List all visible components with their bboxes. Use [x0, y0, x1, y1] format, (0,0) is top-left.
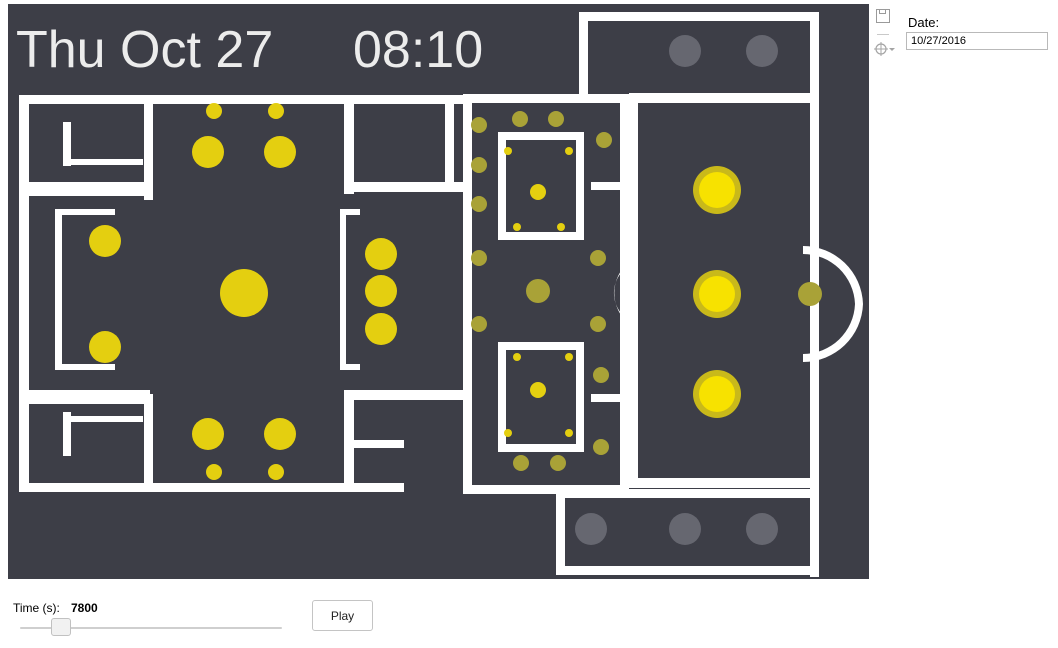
- occupancy-marker: [565, 429, 573, 437]
- occupancy-marker: [512, 111, 528, 127]
- occupancy-marker: [596, 132, 612, 148]
- occupancy-marker: [557, 223, 565, 231]
- occupancy-markers: [89, 35, 822, 545]
- time-label: Time (s):: [13, 601, 60, 615]
- floor-plan-svg: [19, 12, 863, 577]
- occupancy-marker: [268, 464, 284, 480]
- date-label: Date:: [908, 15, 940, 30]
- clock-time: 08:10: [353, 21, 484, 79]
- occupancy-marker: [192, 418, 224, 450]
- occupancy-marker: [699, 276, 735, 312]
- occupancy-marker: [669, 513, 701, 545]
- occupancy-marker: [575, 513, 607, 545]
- occupancy-marker: [565, 147, 573, 155]
- occupancy-marker: [746, 35, 778, 67]
- occupancy-marker: [471, 117, 487, 133]
- occupancy-marker: [699, 172, 735, 208]
- occupancy-marker: [471, 250, 487, 266]
- occupancy-marker: [530, 382, 546, 398]
- occupancy-marker: [89, 225, 121, 257]
- toolbar-divider: [877, 34, 889, 35]
- occupancy-marker: [593, 439, 609, 455]
- occupancy-marker: [513, 455, 529, 471]
- occupancy-marker: [206, 464, 222, 480]
- play-button[interactable]: Play: [312, 600, 373, 631]
- occupancy-marker: [89, 331, 121, 363]
- occupancy-marker: [548, 111, 564, 127]
- occupancy-marker: [669, 35, 701, 67]
- occupancy-marker: [471, 157, 487, 173]
- crosshair-icon[interactable]: [874, 40, 896, 58]
- occupancy-marker: [504, 429, 512, 437]
- occupancy-marker: [746, 513, 778, 545]
- occupancy-marker: [206, 103, 222, 119]
- floor-plan-map[interactable]: Thu Oct 27 08:10: [8, 4, 869, 579]
- date-input[interactable]: [906, 32, 1048, 50]
- occupancy-marker: [590, 316, 606, 332]
- occupancy-marker: [471, 196, 487, 212]
- time-slider-handle[interactable]: [51, 618, 72, 636]
- occupancy-marker: [264, 418, 296, 450]
- occupancy-marker: [590, 250, 606, 266]
- occupancy-marker: [471, 316, 487, 332]
- save-icon[interactable]: [876, 9, 890, 23]
- occupancy-marker: [365, 238, 397, 270]
- occupancy-marker: [513, 223, 521, 231]
- occupancy-marker: [220, 269, 268, 317]
- occupancy-marker: [593, 367, 609, 383]
- occupancy-marker: [192, 136, 224, 168]
- occupancy-marker: [550, 455, 566, 471]
- clock-date: Thu Oct 27: [16, 21, 274, 79]
- occupancy-marker: [530, 184, 546, 200]
- occupancy-marker: [699, 376, 735, 412]
- occupancy-marker: [798, 282, 822, 306]
- occupancy-marker: [268, 103, 284, 119]
- occupancy-marker: [504, 147, 512, 155]
- occupancy-marker: [513, 353, 521, 361]
- occupancy-marker: [365, 275, 397, 307]
- occupancy-marker: [264, 136, 296, 168]
- occupancy-marker: [526, 279, 550, 303]
- occupancy-marker: [565, 353, 573, 361]
- time-value: 7800: [71, 601, 98, 615]
- occupancy-marker: [365, 313, 397, 345]
